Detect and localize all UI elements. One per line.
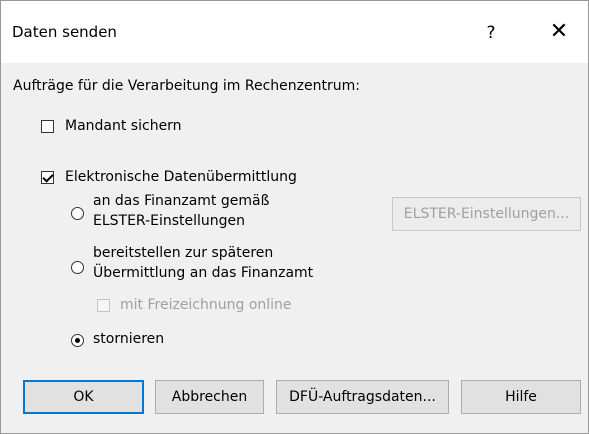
radio-stornieren-label: stornieren — [93, 331, 165, 347]
abbrechen-button[interactable]: Abbrechen — [155, 380, 264, 414]
radio-bereitstellen-label-line1: bereitstellen zur späteren — [93, 245, 274, 261]
elektronische-datenuebermittlung-checkbox[interactable] — [41, 171, 54, 184]
daten-senden-dialog: Daten senden ? ✕ Aufträge für die Verarb… — [0, 0, 589, 434]
radio-stornieren[interactable] — [71, 334, 84, 347]
hilfe-button[interactable]: Hilfe — [461, 380, 581, 414]
radio-finanzamt-label-line2: ELSTER-Einstellungen — [93, 213, 246, 229]
title-bar: Daten senden ? ✕ — [1, 1, 588, 63]
close-icon[interactable]: ✕ — [539, 15, 579, 49]
radio-finanzamt[interactable] — [71, 207, 84, 220]
mandant-sichern-checkbox[interactable] — [41, 120, 54, 133]
freizeichnung-checkbox[interactable] — [97, 299, 110, 312]
help-icon[interactable]: ? — [471, 17, 511, 49]
radio-finanzamt-label-line1: an das Finanzamt gemäß — [93, 193, 270, 209]
section-label: Aufträge für die Verarbeitung im Rechenz… — [13, 78, 360, 94]
freizeichnung-label: mit Freizeichnung online — [120, 297, 292, 313]
dfue-auftragsdaten-button[interactable]: DFÜ-Auftragsdaten... — [276, 380, 449, 414]
elster-einstellungen-button[interactable]: ELSTER-Einstellungen... — [392, 197, 581, 231]
mandant-sichern-label: Mandant sichern — [65, 118, 182, 134]
elektronische-datenuebermittlung-label: Elektronische Datenübermittlung — [65, 169, 297, 185]
radio-bereitstellen[interactable] — [71, 261, 84, 274]
radio-bereitstellen-label-line2: Übermittlung an das Finanzamt — [93, 265, 314, 281]
ok-button[interactable]: OK — [23, 380, 144, 414]
dialog-title: Daten senden — [12, 23, 117, 41]
